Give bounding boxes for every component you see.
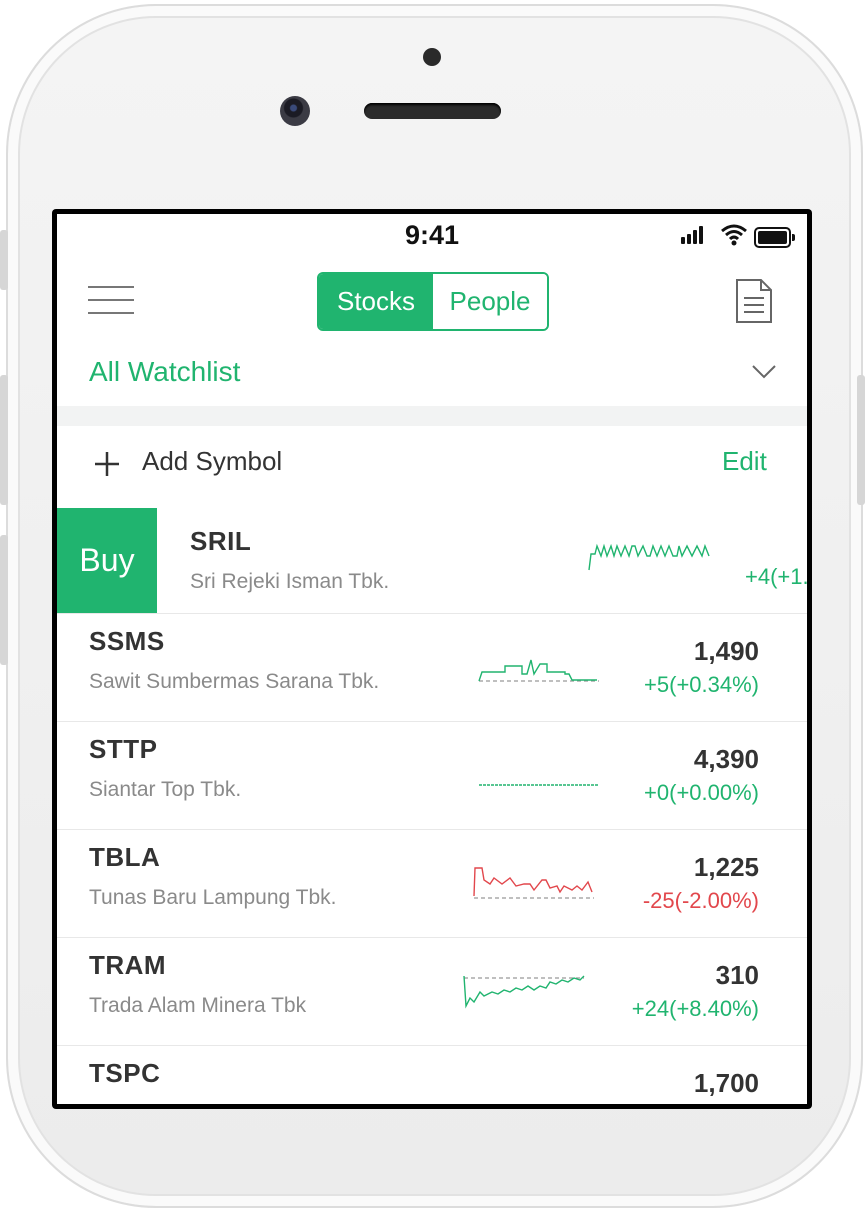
company-name: Siantar Top Tbk. [89,778,242,801]
watchlist-select[interactable]: All Watchlist [89,356,240,388]
sparkline-chart [479,784,599,786]
watchlist-row[interactable]: TSPC 1,700 [57,1045,807,1104]
watchlist-row[interactable]: STTP Siantar Top Tbk. 4,390 +0(+0.00%) [57,721,807,829]
stocks-people-toggle: Stocks People [317,272,549,331]
earpiece-speaker [364,103,501,119]
menu-icon[interactable] [88,284,134,316]
tab-stocks[interactable]: Stocks [319,274,433,329]
watchlist-row-swiped[interactable]: Buy SRIL Sri Rejeki Isman Tbk. +4(+1. [57,508,807,613]
stock-symbol: TSPC [89,1058,161,1088]
phone-screen: 9:41 Stocks People All Watchlist Add Sym… [52,209,812,1109]
price-change: +5(+0.34%) [644,672,759,697]
price-change: -25(-2.00%) [642,888,759,913]
wifi-icon [721,224,747,246]
proximity-sensor [423,48,441,66]
stock-symbol: SRIL [190,526,252,556]
stock-price: 310 [715,960,759,990]
company-name: Trada Alam Minera Tbk [89,994,307,1017]
side-button [0,375,8,505]
company-name: Sawit Sumbermas Sarana Tbk. [89,670,380,693]
side-button [0,230,8,290]
stock-symbol: SSMS [89,626,165,656]
company-name: Sri Rejeki Isman Tbk. [190,570,390,593]
watchlist-row[interactable]: TBLA Tunas Baru Lampung Tbk. 1,225 -25(-… [57,829,807,937]
sparkline-chart [588,543,710,571]
signal-icon [681,226,705,244]
price-change: +4(+1. [745,564,807,589]
section-divider [57,406,807,426]
buy-button[interactable]: Buy [57,508,157,613]
watchlist-row[interactable]: TRAM Trada Alam Minera Tbk 310 +24(+8.40… [57,937,807,1045]
price-change: +24(+8.40%) [631,996,759,1021]
stock-symbol: STTP [89,734,158,764]
watchlist-row[interactable]: SSMS Sawit Sumbermas Sarana Tbk. 1,490 +… [57,613,807,721]
add-symbol-button[interactable]: Add Symbol [142,446,282,477]
sparkline-chart [478,659,599,682]
stock-price: 1,490 [693,636,759,666]
app-screen: 9:41 Stocks People All Watchlist Add Sym… [57,214,807,1104]
side-button [857,375,865,505]
sparkline-chart [477,1076,602,1104]
stock-price: 4,390 [693,744,759,774]
camera-lens [280,96,310,126]
sparkline-chart [463,975,585,1009]
company-name: Tunas Baru Lampung Tbk. [89,886,337,909]
stock-symbol: TBLA [89,842,161,872]
chevron-down-icon[interactable] [751,364,777,380]
edit-button[interactable]: Edit [722,446,767,477]
battery-icon [754,227,795,248]
plus-icon[interactable] [94,451,120,477]
tab-people[interactable]: People [433,274,547,329]
document-icon[interactable] [735,278,773,324]
status-bar: 9:41 [57,214,807,260]
price-change: +0(+0.00%) [644,780,759,805]
stock-symbol: TRAM [89,950,167,980]
sparkline-chart [473,867,594,899]
stock-price: 1,225 [693,852,759,882]
stock-price: 1,700 [693,1068,759,1098]
side-button [0,535,8,665]
